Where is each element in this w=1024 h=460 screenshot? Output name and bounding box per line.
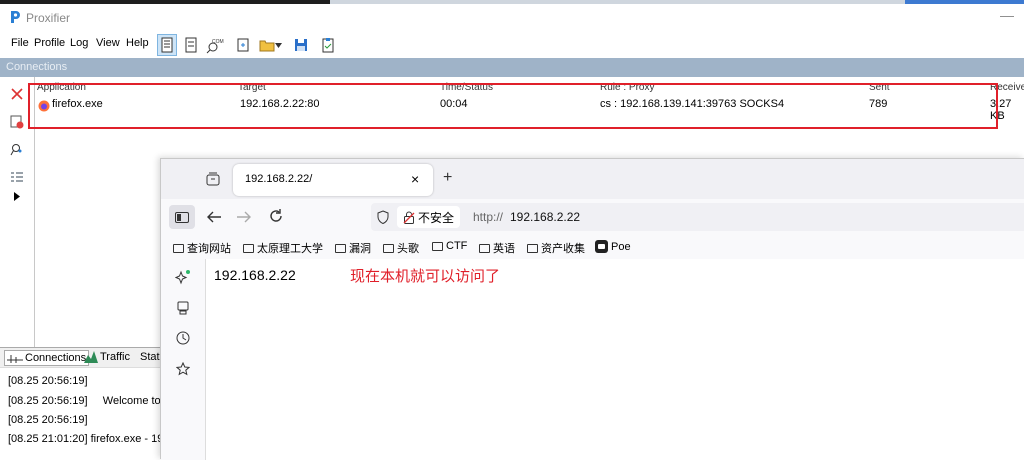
- poe-icon: [595, 240, 608, 253]
- menu-toolbar: File Profile Log View Help COM: [0, 30, 1024, 58]
- bookmark-label: Poe: [611, 240, 631, 253]
- minimize-button[interactable]: —: [1000, 7, 1014, 23]
- new-tab-button[interactable]: +: [443, 169, 452, 187]
- url-prefix: http://: [473, 210, 504, 224]
- com-label: COM: [212, 39, 224, 45]
- insecure-badge[interactable]: 不安全: [397, 206, 461, 228]
- menu-file[interactable]: File: [11, 37, 29, 49]
- highlight-box: [28, 83, 998, 129]
- folder-icon: [527, 243, 538, 253]
- tab-connections[interactable]: Connections: [4, 350, 90, 366]
- bookmark-label: 资产收集: [541, 243, 585, 255]
- synced-tabs-icon[interactable]: [176, 301, 190, 315]
- window-title: Proxifier: [26, 11, 71, 25]
- bookmark-label: 太原理工大学: [257, 243, 323, 255]
- bookmark-folder[interactable]: 资产收集: [527, 240, 585, 256]
- bookmark-label: 漏洞: [349, 243, 371, 255]
- remove-closed-icon[interactable]: [8, 113, 26, 131]
- bookmark-folder[interactable]: 漏洞: [335, 240, 371, 256]
- shield-icon[interactable]: [377, 210, 389, 224]
- bookmark-folder[interactable]: 查询网站: [173, 240, 231, 256]
- firefox-tab-bar: 192.168.2.22/ × +: [161, 159, 1024, 199]
- menu-view[interactable]: View: [96, 37, 120, 49]
- bookmark-folder[interactable]: 头歌: [383, 240, 419, 256]
- folder-icon: [383, 243, 394, 253]
- forward-icon[interactable]: [237, 211, 251, 223]
- connections-icon: [7, 355, 23, 363]
- list-view-icon[interactable]: [8, 169, 26, 187]
- url-host: 192.168.2.22: [510, 210, 581, 224]
- history-icon[interactable]: [176, 331, 190, 345]
- firefox-window: 192.168.2.22/ × + 不安全 http:// 192.168.2.…: [160, 158, 1024, 460]
- name-resolution-icon[interactable]: COM: [205, 34, 225, 56]
- bookmark-folder[interactable]: 太原理工大学: [243, 240, 323, 256]
- save-icon[interactable]: [291, 34, 311, 56]
- menu-profile[interactable]: Profile: [34, 37, 65, 49]
- bookmark-folder[interactable]: 英语: [479, 240, 515, 256]
- bookmark-label: 头歌: [397, 243, 419, 255]
- folder-icon: [335, 243, 346, 253]
- browser-tab[interactable]: 192.168.2.22/ ×: [233, 164, 433, 196]
- connections-header: Connections: [0, 58, 1024, 77]
- page-content: 192.168.2.22 现在本机就可以访问了: [205, 259, 1024, 460]
- rules-icon[interactable]: [181, 34, 201, 56]
- tab-traffic[interactable]: Traffic: [84, 351, 130, 363]
- traffic-icon: [84, 351, 98, 363]
- annotation-text: 现在本机就可以访问了: [350, 268, 501, 285]
- tab-connections-label: Connections: [25, 352, 87, 364]
- back-icon[interactable]: [207, 211, 221, 223]
- proxifier-logo-icon: [11, 11, 20, 23]
- firefox-nav-bar: 不安全 http:// 192.168.2.22: [161, 199, 1024, 235]
- bookmarks-bar: 查询网站 太原理工大学 漏洞 头歌 CTF 英语 资产收集 Poe: [161, 235, 1024, 259]
- url-bar[interactable]: 不安全 http:// 192.168.2.22: [371, 203, 1024, 231]
- tab-list-icon[interactable]: [206, 172, 220, 186]
- page-ip-text: 192.168.2.22: [214, 267, 296, 283]
- close-connection-icon[interactable]: [8, 85, 26, 103]
- log-line: [08.25 20:56:19]: [8, 375, 88, 387]
- log-panel: [08.25 20:56:19] [08.25 20:56:19] Welcom…: [0, 367, 231, 459]
- clipboard-icon[interactable]: [318, 34, 338, 56]
- firefox-sidebar: [161, 259, 205, 460]
- bookmark-label: 查询网站: [187, 243, 231, 255]
- tab-title: 192.168.2.22/: [245, 173, 313, 185]
- new-profile-icon[interactable]: [233, 34, 253, 56]
- bookmark-folder[interactable]: CTF: [432, 240, 467, 252]
- proxy-servers-icon[interactable]: [157, 34, 177, 56]
- sidebar-toggle-icon[interactable]: [169, 205, 195, 229]
- proxifier-title-bar: Proxifier —: [0, 4, 1024, 30]
- menu-help[interactable]: Help: [126, 37, 149, 49]
- bookmark-star-icon[interactable]: [176, 362, 190, 376]
- folder-icon: [479, 243, 490, 253]
- bookmark-label: CTF: [446, 240, 468, 252]
- ai-sparkle-icon[interactable]: [175, 269, 191, 285]
- menu-log[interactable]: Log: [70, 37, 88, 49]
- bookmark-label: 英语: [493, 243, 515, 255]
- folder-icon: [432, 241, 443, 251]
- bookmark-poe[interactable]: Poe: [595, 240, 631, 253]
- bottom-tabs: Connections Traffic Statistics: [0, 347, 165, 367]
- find-icon[interactable]: [8, 140, 26, 158]
- folder-icon: [243, 243, 254, 253]
- broken-lock-icon: [403, 211, 415, 224]
- tab-traffic-label: Traffic: [100, 351, 130, 363]
- log-line: [08.25 20:56:19]: [8, 414, 88, 426]
- dropdown-icon[interactable]: [273, 34, 283, 56]
- connections-header-label: Connections: [6, 61, 68, 73]
- reload-icon[interactable]: [269, 209, 283, 223]
- insecure-label: 不安全: [418, 210, 455, 225]
- folder-icon: [173, 243, 184, 253]
- tab-close-button[interactable]: ×: [411, 171, 419, 187]
- expand-arrow-icon[interactable]: [8, 187, 26, 205]
